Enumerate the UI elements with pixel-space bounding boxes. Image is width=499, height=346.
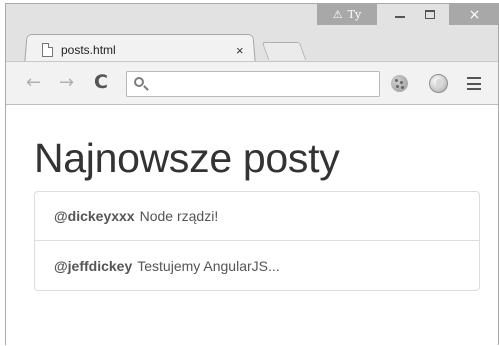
page-title: Najnowsze posty	[34, 135, 340, 181]
post-body: Testujemy AngularJS...	[137, 257, 280, 274]
hand-extension-icon[interactable]	[429, 74, 448, 93]
menu-icon[interactable]	[467, 77, 481, 90]
close-window-button[interactable]: ×	[449, 4, 499, 25]
post-list: @dickeyxxx Node rządzi! @jeffdickey Test…	[34, 191, 480, 291]
reload-icon[interactable]: C	[94, 71, 108, 93]
maximize-icon	[425, 10, 435, 19]
list-item: @dickeyxxx Node rządzi!	[35, 192, 479, 241]
address-input[interactable]	[153, 74, 377, 94]
tab-close-icon[interactable]: ×	[236, 43, 244, 58]
post-body: Node rządzi!	[139, 208, 219, 224]
back-arrow-icon[interactable]: ←	[26, 72, 41, 93]
profile-button[interactable]: ⚠ Ty	[317, 4, 377, 25]
list-item: @jeffdickey Testujemy AngularJS...	[35, 241, 479, 290]
browser-toolbar: ← → C	[6, 61, 498, 105]
warning-icon: ⚠	[332, 8, 343, 21]
browser-window: ⚠ Ty × posts.html × ← → C Najnowsze post…	[5, 3, 499, 346]
post-username: @dickeyxxx	[54, 208, 135, 224]
cookie-extension-icon[interactable]	[391, 75, 408, 92]
new-tab-button[interactable]	[261, 42, 307, 60]
profile-label: Ty	[347, 8, 362, 21]
maximize-button[interactable]	[416, 4, 444, 25]
forward-arrow-icon[interactable]: →	[59, 72, 74, 93]
title-bar: ⚠ Ty ×	[6, 4, 499, 38]
page-icon	[42, 43, 53, 57]
page-viewport: Najnowsze posty @dickeyxxx Node rządzi! …	[6, 105, 498, 346]
minimize-button[interactable]	[386, 4, 414, 25]
close-icon: ×	[468, 6, 481, 23]
minimize-icon	[395, 16, 405, 18]
post-username: @jeffdickey	[54, 257, 133, 274]
search-icon	[134, 77, 144, 87]
address-bar[interactable]	[126, 71, 380, 97]
tab-title: posts.html	[61, 43, 116, 57]
